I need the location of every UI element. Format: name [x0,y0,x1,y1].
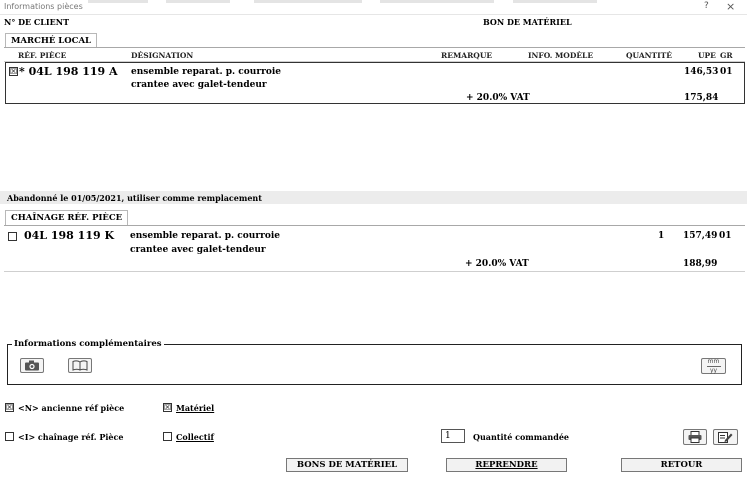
tab-marche-local[interactable]: MARCHÉ LOCAL [5,33,98,48]
table-row-part-replacement[interactable]: 04L 198 119 K ensemble reparat. p. courr… [5,227,745,271]
close-icon[interactable]: × [726,0,735,13]
edit-icon[interactable] [713,429,738,445]
materiel-label: Matériel [176,403,215,413]
col-info-modele: INFO. MODÈLE [528,51,594,60]
printer-icon[interactable] [683,429,707,445]
table-row-part-main[interactable]: ☒ * 04L 198 119 A ensemble reparat. p. c… [5,62,745,104]
replacement-notice: Abandonné le 01/05/2021, utiliser comme … [7,193,262,203]
col-upe: UPE [698,51,716,60]
part-replacement-gr: 01 [719,231,732,241]
info-complementaires-legend: Informations complémentaires [12,339,164,349]
quantity-label: Quantité commandée [473,432,569,442]
part-replacement-designation-line2: crantee avec galet-tendeur [130,245,266,255]
bons-materiel-label: BONS DE MATÉRIEL [296,460,398,470]
part-replacement-upe: 157,49 [683,231,718,241]
part-replacement-vat-price: 188,99 [683,259,718,269]
window-titlebar: Informations pièces ? × [0,0,747,15]
old-ref-label: <N> ancienne réf pièce [18,403,125,413]
part-main-ref: * 04L 198 119 A [19,65,118,78]
col-remarque: REMARQUE [441,51,493,60]
retour-label: RETOUR [660,460,703,470]
tab-divider-2 [4,225,745,226]
part-replacement-checkbox[interactable] [8,232,17,241]
chain-ref-checkbox[interactable] [5,432,14,441]
part-replacement-designation-line1: ensemble reparat. p. courroie [130,231,280,241]
col-designation: DÉSIGNATION [131,51,194,60]
part-main-vat-label: + 20.0% VAT [466,93,530,103]
replacement-notice-band: Abandonné le 01/05/2021, utiliser comme … [0,191,747,204]
book-icon[interactable] [68,358,92,373]
part-replacement-ref: 04L 198 119 K [24,229,115,242]
part-main-designation-line2: crantee avec galet-tendeur [131,80,267,90]
row-divider [4,271,745,272]
quantity-input[interactable]: 1 [441,429,465,443]
camera-icon[interactable] [20,358,44,373]
part-main-designation-line1: ensemble reparat. p. courroie [131,67,281,77]
part-main-checkbox[interactable]: ☒ [9,67,18,76]
part-replacement-quantity: 1 [658,231,665,241]
reprendre-label: REPRENDRE [475,460,538,470]
calendar-icon[interactable]: mm yy [701,358,726,374]
client-number-label: N° DE CLIENT [4,17,70,27]
help-icon[interactable]: ? [704,1,709,11]
reprendre-button[interactable]: REPRENDRE [446,458,567,472]
calendar-month-label: mm [707,357,720,365]
tab-divider [4,47,745,48]
col-gr: GR [720,51,733,60]
part-main-vat-price: 175,84 [684,93,719,103]
part-main-upe: 146,53 [684,67,719,77]
collectif-label: Collectif [176,432,214,442]
bons-materiel-button[interactable]: BONS DE MATÉRIEL [286,458,408,472]
col-ref-piece: RÉF. PIÈCE [18,51,67,60]
chain-ref-label: <I> chaînage réf. Pièce [18,432,124,442]
materiel-checkbox[interactable]: ☒ [163,403,172,412]
document-title: BON DE MATÉRIEL [483,17,572,27]
tab-chainage-ref[interactable]: CHAÎNAGE RÉF. PIÈCE [5,210,129,225]
retour-button[interactable]: RETOUR [621,458,742,472]
info-complementaires-group: Informations complémentaires mm yy [7,339,742,385]
old-ref-checkbox[interactable]: ☒ [5,403,14,412]
calendar-year-label: yy [709,366,718,374]
col-quantite: QUANTITÉ [626,51,672,60]
part-replacement-vat-label: + 20.0% VAT [465,259,529,269]
window-title: Informations pièces [4,2,83,11]
part-main-gr: 01 [720,67,733,77]
collectif-checkbox[interactable] [163,432,172,441]
